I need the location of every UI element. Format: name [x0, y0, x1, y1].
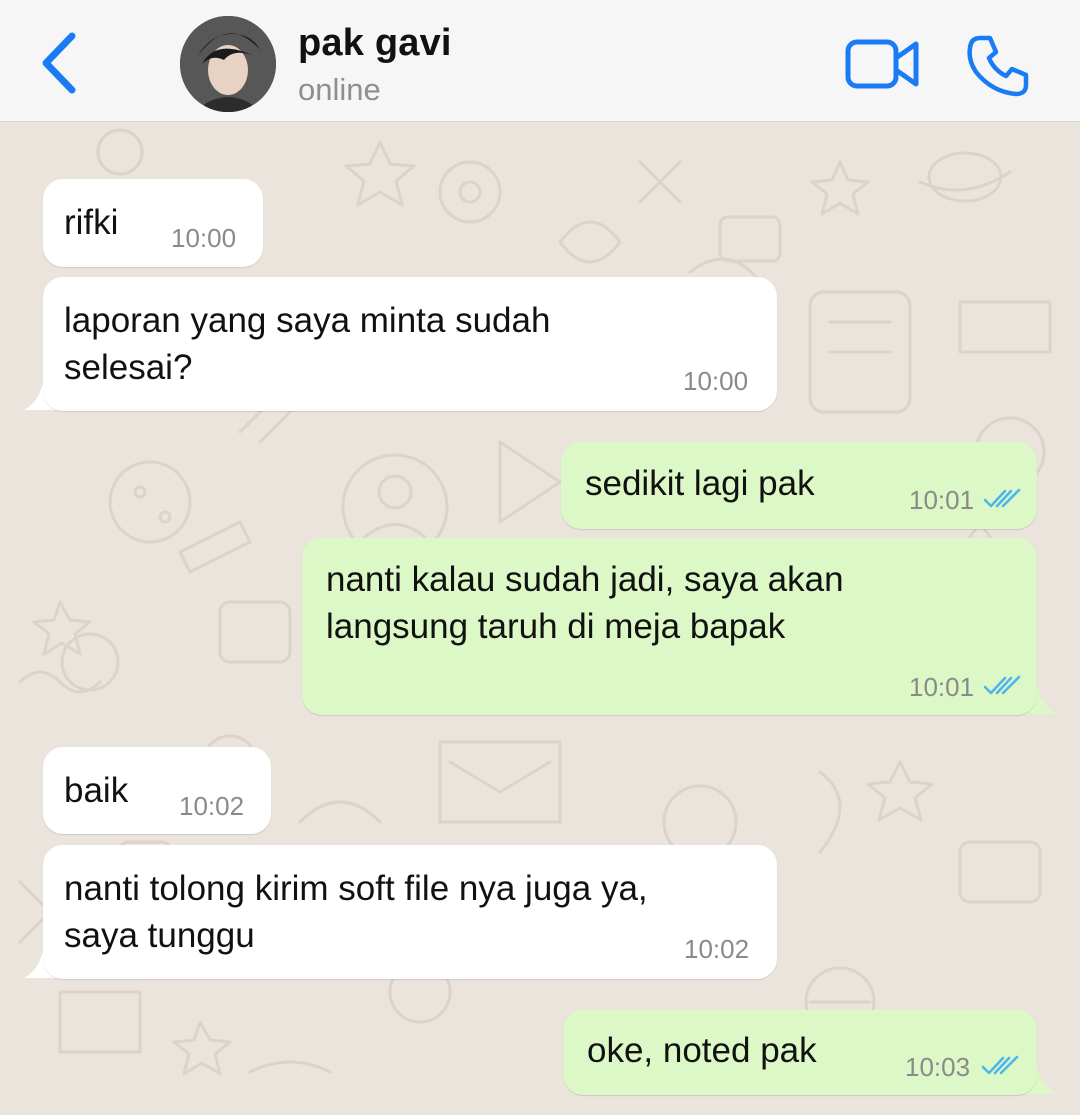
video-camera-icon — [845, 39, 919, 89]
read-receipt-icon — [983, 488, 1021, 508]
message-bubble-incoming[interactable]: rifki 10:00 — [43, 179, 263, 267]
message-text: oke, noted pak — [587, 1031, 817, 1070]
message-time: 10:02 — [684, 934, 750, 964]
contact-name[interactable]: pak gavi — [298, 22, 452, 65]
message-bubble-incoming[interactable]: baik 10:02 — [43, 747, 271, 834]
message-bubble-incoming[interactable]: nanti tolong kirim soft file nya juga ya… — [43, 845, 777, 979]
message-time: 10:00 — [171, 223, 237, 253]
video-call-button[interactable] — [844, 36, 920, 94]
message-text: laporan yang saya minta sudah selesai? — [64, 301, 551, 387]
read-receipt-icon — [983, 675, 1021, 695]
message-text: baik — [64, 771, 129, 810]
message-text: rifki — [64, 203, 119, 242]
read-receipt-icon — [981, 1055, 1019, 1075]
voice-call-button[interactable] — [966, 34, 1030, 98]
chat-screen: pak gavi online rifki 10:00 laporan yang… — [0, 0, 1080, 1115]
chevron-left-icon — [42, 32, 76, 94]
phone-icon — [967, 35, 1029, 97]
contact-photo — [180, 16, 276, 112]
message-time: 10:02 — [179, 791, 245, 821]
contact-status: online — [298, 72, 381, 107]
message-text: sedikit lagi pak — [585, 464, 815, 503]
message-bubble-outgoing[interactable]: nanti kalau sudah jadi, saya akan langsu… — [302, 538, 1037, 715]
message-bubble-outgoing[interactable]: oke, noted pak 10:03 — [563, 1010, 1037, 1095]
message-time: 10:03 — [905, 1052, 971, 1082]
message-time: 10:01 — [909, 485, 975, 515]
message-text: nanti kalau sudah jadi, saya akan langsu… — [326, 560, 844, 646]
message-bubble-outgoing[interactable]: sedikit lagi pak 10:01 — [561, 442, 1037, 529]
avatar[interactable] — [180, 16, 276, 112]
message-text: nanti tolong kirim soft file nya juga ya… — [64, 869, 648, 955]
message-bubble-incoming[interactable]: laporan yang saya minta sudah selesai? 1… — [43, 277, 777, 411]
message-time: 10:01 — [909, 672, 975, 702]
chat-header: pak gavi online — [0, 0, 1080, 122]
message-time: 10:00 — [683, 366, 749, 396]
back-button[interactable] — [36, 30, 84, 96]
